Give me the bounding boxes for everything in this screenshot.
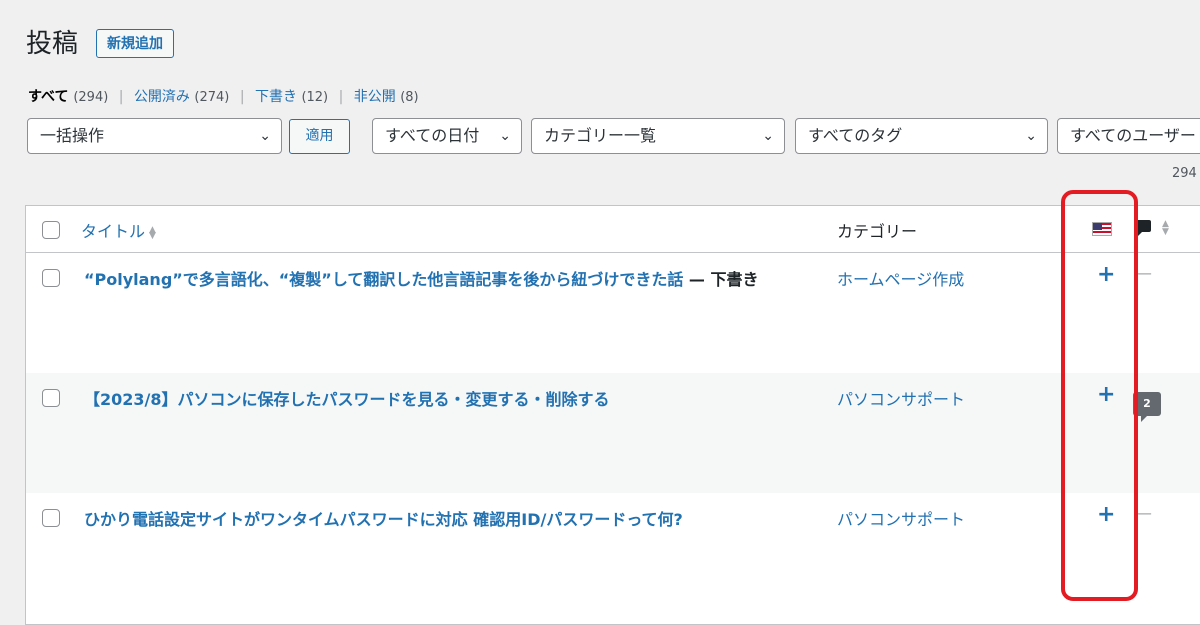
post-title-link[interactable]: “Polylang”で多言語化、“複製”して翻訳した他言語記事を後から紐づけでき… xyxy=(84,266,759,290)
date-filter-select[interactable]: すべての日付 ⌄ xyxy=(372,118,522,154)
table-row: 【2023/8】パソコンに保存したパスワードを見る・変更する・削除する パソコン… xyxy=(26,373,1200,493)
post-category-link[interactable]: パソコンサポート xyxy=(837,386,965,410)
table-row: ひかり電話設定サイトがワンタイムパスワードに対応 確認用ID/パスワードって何?… xyxy=(26,493,1200,613)
chevron-down-icon: ⌄ xyxy=(499,128,511,144)
category-filter-select[interactable]: カテゴリー一覧 ⌄ xyxy=(531,118,785,154)
status-filter-links: すべて (294) | 公開済み (274) | 下書き (12) | 非公開 … xyxy=(28,86,419,106)
post-category-link[interactable]: ホームページ作成 xyxy=(837,266,964,290)
page-title: 投稿 xyxy=(26,29,79,59)
filter-all[interactable]: すべて (294) xyxy=(28,89,108,105)
add-new-button[interactable]: 新規追加 xyxy=(96,29,174,58)
filter-drafts[interactable]: 下書き (12) xyxy=(255,89,328,105)
us-flag-icon xyxy=(1092,222,1112,236)
filter-separator: | xyxy=(118,89,124,105)
sort-icon[interactable]: ▲ ▼ xyxy=(1162,220,1169,237)
chevron-down-icon: ⌄ xyxy=(762,128,774,144)
no-comments: — xyxy=(1134,503,1152,524)
post-title-link[interactable]: 【2023/8】パソコンに保存したパスワードを見る・変更する・削除する xyxy=(84,386,610,410)
apply-button[interactable]: 適用 xyxy=(289,119,350,154)
no-comments: — xyxy=(1134,263,1152,284)
sort-icon: ▲ ▼ xyxy=(149,224,156,241)
post-category-link[interactable]: パソコンサポート xyxy=(837,506,965,530)
chevron-down-icon: ⌄ xyxy=(259,128,271,144)
comment-icon xyxy=(1136,220,1151,236)
row-checkbox[interactable] xyxy=(42,269,60,287)
table-header: タイトル ▲ ▼ カテゴリー ▲ ▼ xyxy=(26,206,1200,253)
filter-private[interactable]: 非公開 (8) xyxy=(354,89,419,105)
user-filter-select[interactable]: すべてのユーザー xyxy=(1057,118,1200,154)
comment-count-bubble[interactable]: 2 xyxy=(1133,392,1161,422)
row-checkbox[interactable] xyxy=(42,389,60,407)
add-translation-icon[interactable]: + xyxy=(1097,383,1115,407)
row-checkbox[interactable] xyxy=(42,509,60,527)
post-title-link[interactable]: ひかり電話設定サイトがワンタイムパスワードに対応 確認用ID/パスワードって何? xyxy=(84,506,683,530)
filter-published[interactable]: 公開済み (274) xyxy=(134,89,229,105)
column-category-header: カテゴリー xyxy=(837,222,918,241)
items-count: 294 xyxy=(1172,166,1197,181)
bulk-action-select[interactable]: 一括操作 ⌄ xyxy=(27,118,282,154)
posts-table: タイトル ▲ ▼ カテゴリー ▲ ▼ “Polylang”で多言語化、“複製”して翻訳… xyxy=(25,205,1200,625)
table-row: “Polylang”で多言語化、“複製”して翻訳した他言語記事を後から紐づけでき… xyxy=(26,253,1200,373)
add-translation-icon[interactable]: + xyxy=(1097,263,1115,287)
filter-separator: | xyxy=(338,89,344,105)
column-title-header[interactable]: タイトル ▲ ▼ xyxy=(81,218,156,242)
chevron-down-icon: ⌄ xyxy=(1025,128,1037,144)
filter-separator: | xyxy=(239,89,245,105)
add-translation-icon[interactable]: + xyxy=(1097,503,1115,527)
select-all-checkbox[interactable] xyxy=(42,221,60,239)
tag-filter-select[interactable]: すべてのタグ ⌄ xyxy=(795,118,1048,154)
